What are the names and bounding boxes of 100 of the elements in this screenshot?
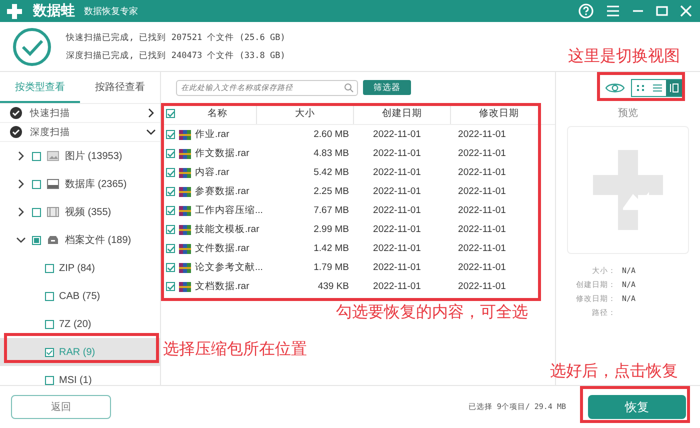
created-date: 2022-11-01: [372, 148, 422, 159]
category-label[interactable]: 视频 (355): [65, 205, 112, 219]
modified-date: 2022-11-01: [457, 167, 507, 178]
checkbox[interactable]: [166, 149, 175, 158]
app-name: 数据蛙: [33, 2, 75, 20]
file-name: 工作内容压缩...: [195, 204, 263, 217]
chevron-right-icon[interactable]: [16, 179, 26, 189]
checkbox[interactable]: [32, 152, 41, 160]
category-item[interactable]: 7Z (20): [0, 310, 160, 338]
checkbox[interactable]: [166, 225, 175, 234]
select-all-checkbox[interactable]: [166, 109, 175, 118]
file-size: 2.25 MB: [312, 186, 349, 197]
checkbox[interactable]: [32, 208, 41, 216]
image-icon: [47, 151, 59, 161]
checkbox[interactable]: [45, 348, 54, 356]
archive-file-icon: [179, 262, 191, 274]
format-label: ZIP (84): [59, 262, 95, 274]
column-header[interactable]: 创建日期: [353, 103, 450, 124]
format-label: MSI (1): [59, 374, 92, 385]
detail-view-button[interactable]: [666, 80, 683, 96]
menu-icon[interactable]: [606, 5, 620, 17]
checkbox[interactable]: [32, 236, 41, 244]
annotation-text: 选择压缩包所在位置: [163, 340, 307, 360]
archive-file-icon: [179, 186, 191, 198]
category-label[interactable]: 图片 (13953): [65, 149, 122, 163]
help-icon[interactable]: [578, 3, 594, 19]
chevron-down-icon[interactable]: [16, 235, 26, 245]
created-date: 2022-11-01: [372, 224, 422, 235]
chevron-down-icon[interactable]: [146, 127, 156, 137]
modified-date: 2022-11-01: [457, 148, 507, 159]
restore-button[interactable]: 恢复: [588, 395, 686, 419]
minimize-icon[interactable]: [632, 9, 644, 13]
chevron-right-icon[interactable]: [146, 108, 156, 118]
column-header[interactable]: 修改日期: [450, 103, 547, 124]
file-size: 2.60 MB: [312, 129, 349, 140]
file-name: 内容.rar: [195, 166, 230, 179]
chevron-right-icon[interactable]: [16, 151, 26, 161]
file-name: 参赛数据.rar: [195, 185, 250, 198]
scan-summary-text: 快速扫描已完成, 已找到 207521 个文件 (25.6 GB): [66, 32, 286, 44]
created-date: 2022-11-01: [372, 186, 422, 197]
category-item[interactable]: CAB (75): [0, 282, 160, 310]
grid-icon: [635, 82, 646, 92]
category-label[interactable]: 档案文件 (189): [65, 233, 132, 247]
created-date: 2022-11-01: [372, 167, 422, 178]
created-date: 2022-11-01: [372, 129, 422, 140]
file-size: 2.99 MB: [312, 224, 349, 235]
archive-file-icon: [179, 166, 191, 178]
modified-date: 2022-11-01: [457, 186, 507, 197]
column-header[interactable]: 大小: [256, 103, 353, 124]
filter-button[interactable]: 筛选器: [363, 80, 411, 95]
created-date: 2022-11-01: [372, 262, 422, 273]
chevron-right-icon[interactable]: [16, 207, 26, 217]
scan-label[interactable]: 快速扫描: [30, 106, 138, 120]
check-circle-icon: [10, 126, 22, 138]
file-name: 文件数据.rar: [195, 242, 250, 255]
checkbox[interactable]: [32, 180, 41, 188]
checkbox[interactable]: [166, 263, 175, 272]
category-item[interactable]: MSI (1): [0, 366, 160, 385]
maximize-icon[interactable]: [656, 6, 668, 16]
archive-file-icon: [179, 148, 191, 160]
archive-file-icon: [179, 224, 191, 236]
view-tab[interactable]: 按路径查看: [80, 72, 160, 103]
modified-date: 2022-11-01: [457, 129, 507, 140]
checkbox[interactable]: [166, 130, 175, 139]
back-button[interactable]: 返回: [11, 395, 111, 419]
close-icon[interactable]: [680, 5, 692, 17]
preview-title: 预览: [618, 107, 638, 120]
checkbox[interactable]: [45, 264, 54, 272]
file-size: 5.42 MB: [312, 167, 349, 178]
file-placeholder-icon: [593, 150, 663, 230]
checkbox[interactable]: [166, 244, 175, 253]
checkbox[interactable]: [166, 206, 175, 215]
format-label: CAB (75): [59, 290, 100, 302]
archive-file-icon: [179, 128, 191, 140]
checkbox[interactable]: [166, 282, 175, 291]
scan-label[interactable]: 深度扫描: [30, 126, 138, 138]
format-label: 7Z (20): [59, 318, 92, 330]
created-date: 2022-11-01: [372, 281, 422, 292]
category-label[interactable]: 数据库 (2365): [65, 177, 127, 191]
checkbox[interactable]: [45, 292, 54, 300]
file-size: 439 KB: [316, 281, 349, 292]
drive-icon: [47, 179, 59, 189]
category-item[interactable]: ZIP (84): [0, 254, 160, 282]
scan-summary-text: 深度扫描已完成, 已找到 240473 个文件 (33.8 GB): [66, 50, 286, 62]
created-date: 2022-11-01: [372, 243, 422, 254]
file-name: 作业.rar: [195, 128, 230, 141]
column-header[interactable]: 名称: [179, 107, 256, 120]
created-date: 2022-11-01: [372, 205, 422, 216]
archive-file-icon: [179, 204, 191, 216]
checkbox[interactable]: [166, 168, 175, 177]
file-name: 作文数据.rar: [195, 147, 250, 160]
eye-icon[interactable]: [605, 82, 625, 94]
checkbox[interactable]: [45, 376, 54, 384]
modified-date: 2022-11-01: [457, 281, 507, 292]
checkbox[interactable]: [45, 320, 54, 328]
columns-icon: [669, 82, 680, 92]
file-name: 文档数据.rar: [195, 280, 250, 293]
checkbox[interactable]: [166, 187, 175, 196]
file-name: 论文参考文献...: [195, 261, 263, 274]
annotation-text: 这里是切换视图: [568, 46, 680, 67]
